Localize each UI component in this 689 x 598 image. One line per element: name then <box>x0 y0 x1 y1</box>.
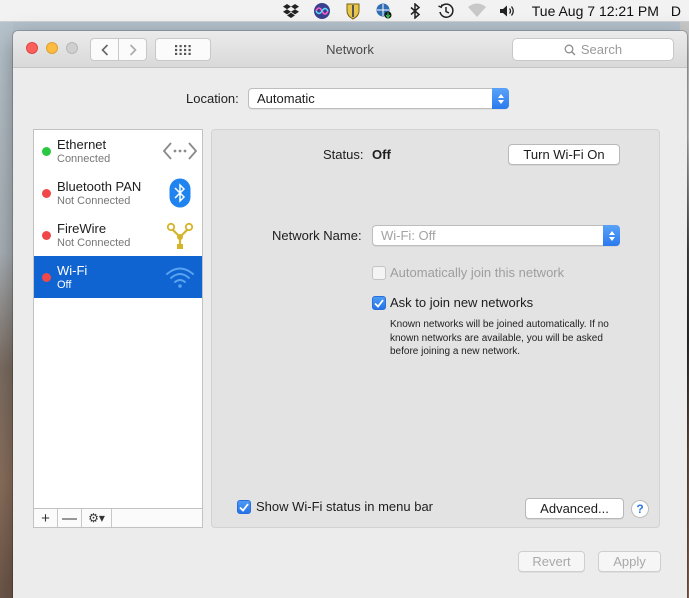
wifi-icon[interactable] <box>462 0 493 22</box>
checkmark-icon <box>239 502 249 512</box>
navigation-buttons <box>90 38 147 61</box>
checkmark-icon <box>374 298 384 308</box>
service-status: Not Connected <box>57 195 131 207</box>
service-item-bluetooth-pan[interactable]: Bluetooth PAN Not Connected <box>34 172 202 214</box>
menu-bar: Tue Aug 7 12:21 PM D <box>0 0 689 22</box>
close-window-button[interactable] <box>26 42 38 54</box>
service-item-firewire[interactable]: FireWire Not Connected <box>34 214 202 256</box>
status-dot <box>42 273 51 282</box>
chevron-left-icon <box>100 43 108 56</box>
security-shield-icon[interactable] <box>338 0 369 22</box>
title-bar: Network Search <box>13 31 687 68</box>
status-dot <box>42 189 51 198</box>
service-list: Ethernet Connected Bluetooth PAN Not Con… <box>33 129 203 528</box>
menubar-clock[interactable]: Tue Aug 7 12:21 PM <box>524 3 667 19</box>
ethernet-icon <box>162 135 198 167</box>
show-wifi-status-checkbox[interactable] <box>237 500 251 514</box>
network-monitor-icon[interactable] <box>369 0 400 22</box>
zoom-window-button[interactable] <box>66 42 78 54</box>
status-dot <box>42 231 51 240</box>
desktop-background-left <box>0 22 13 598</box>
grid-icon <box>175 44 191 55</box>
network-name-label: Network Name: <box>272 228 362 243</box>
time-machine-icon[interactable] <box>431 0 462 22</box>
turn-wifi-on-button[interactable]: Turn Wi-Fi On <box>508 144 620 165</box>
siri-icon[interactable] <box>307 0 338 22</box>
back-button[interactable] <box>91 39 118 60</box>
search-placeholder: Search <box>580 42 623 57</box>
network-name-popup[interactable]: Wi-Fi: Off <box>372 225 620 246</box>
service-name: Bluetooth PAN <box>57 179 142 194</box>
help-button[interactable]: ? <box>631 500 649 518</box>
status-dot <box>42 147 51 156</box>
remove-service-button[interactable]: — <box>58 509 82 527</box>
network-preferences-window: Network Search Location: Automatic Ether… <box>13 31 687 598</box>
ask-join-hint: Known networks will be joined automatica… <box>390 319 609 357</box>
location-label: Location: <box>186 91 239 106</box>
ask-join-checkbox[interactable] <box>372 296 386 310</box>
bluetooth-icon <box>162 177 198 209</box>
revert-button[interactable]: Revert <box>518 551 585 572</box>
wifi-icon <box>162 261 198 293</box>
service-name: Wi-Fi <box>57 263 88 278</box>
status-label: Status: <box>323 147 364 162</box>
auto-join-label: Automatically join this network <box>390 265 565 280</box>
ask-join-label: Ask to join new networks <box>390 295 534 310</box>
network-name-value: Wi-Fi: Off <box>381 228 436 243</box>
service-item-ethernet[interactable]: Ethernet Connected <box>34 130 202 172</box>
auto-join-checkbox[interactable] <box>372 266 386 280</box>
service-status: Not Connected <box>57 237 131 249</box>
service-actions-gear-button[interactable]: ⚙︎▾ <box>82 509 112 527</box>
add-service-button[interactable]: + <box>34 509 58 527</box>
apply-button[interactable]: Apply <box>598 551 661 572</box>
service-name: FireWire <box>57 221 107 236</box>
search-field[interactable]: Search <box>512 38 674 61</box>
popup-arrows-icon <box>492 88 509 109</box>
menubar-user[interactable]: D <box>667 3 681 19</box>
bluetooth-icon[interactable] <box>400 0 431 22</box>
status-value: Off <box>372 147 391 162</box>
volume-icon[interactable] <box>493 0 524 22</box>
dropbox-icon[interactable] <box>276 0 307 22</box>
chevron-right-icon <box>129 43 137 56</box>
service-name: Ethernet <box>57 137 107 152</box>
forward-button[interactable] <box>118 39 146 60</box>
advanced-button[interactable]: Advanced... <box>525 498 624 519</box>
show-wifi-status-label: Show Wi-Fi status in menu bar <box>256 499 434 514</box>
minimize-window-button[interactable] <box>46 42 58 54</box>
location-popup[interactable]: Automatic <box>248 88 509 109</box>
firewire-icon <box>162 219 198 251</box>
show-all-button[interactable] <box>155 38 211 61</box>
service-item-wifi[interactable]: Wi-Fi Off <box>34 256 202 298</box>
search-icon <box>564 44 576 55</box>
service-status: Off <box>57 279 72 291</box>
service-status: Connected <box>57 153 111 165</box>
service-list-toolbar: + — ⚙︎▾ <box>33 508 203 528</box>
popup-arrows-icon <box>603 225 620 246</box>
location-value: Automatic <box>257 91 315 106</box>
